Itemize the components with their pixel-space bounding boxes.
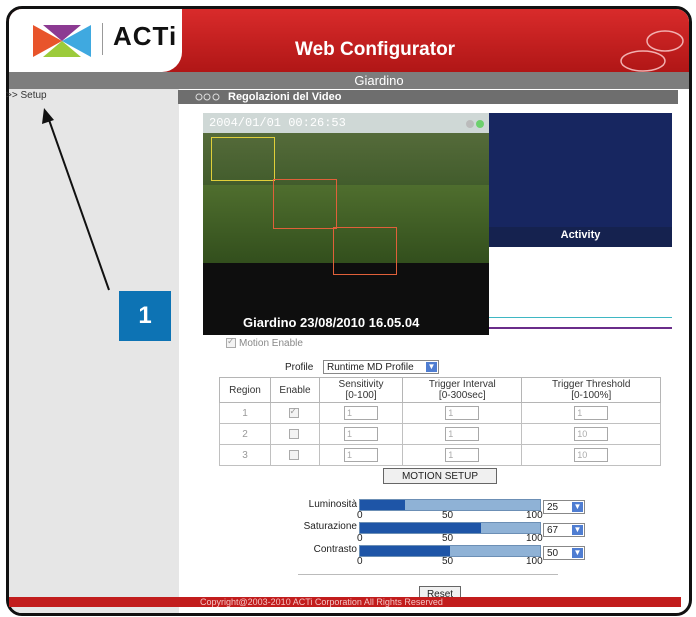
callout-number: 1 bbox=[119, 291, 171, 341]
callout-arrow-icon bbox=[42, 108, 110, 291]
